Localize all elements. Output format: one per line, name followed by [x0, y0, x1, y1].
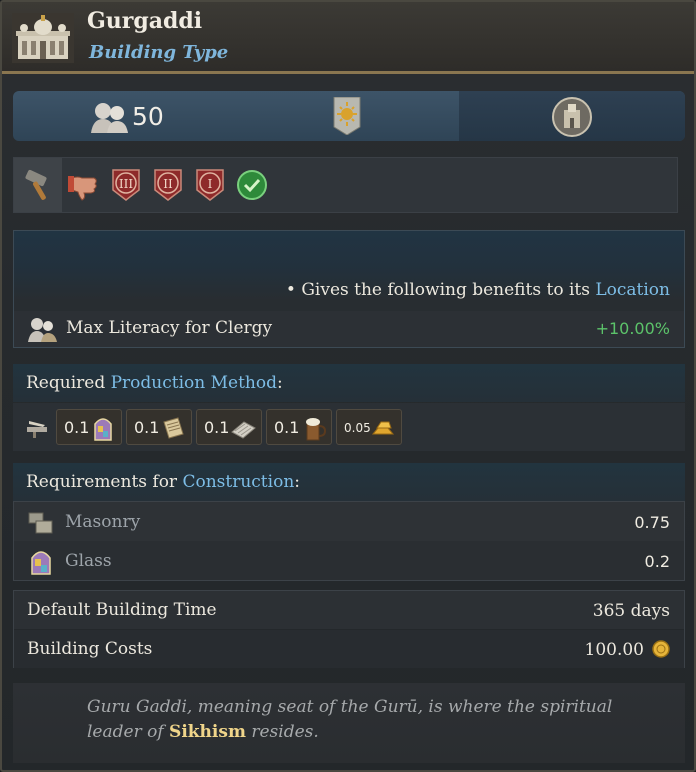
input-good-gold[interactable]: 0.05: [336, 409, 402, 445]
flavor-text: Guru Gaddi, meaning seat of the Gurū, is…: [87, 695, 647, 745]
requirement-value: 0.2: [644, 552, 670, 571]
production-method-link[interactable]: Production Method: [111, 373, 277, 393]
requirement-label: Glass: [65, 551, 112, 571]
building-cost-label: Building Costs: [27, 639, 153, 659]
construction-link[interactable]: Construction: [182, 472, 294, 492]
building-cost-value: 100.00: [584, 640, 644, 660]
clergy-pops-icon[interactable]: [89, 99, 131, 133]
temple-building-icon: [12, 13, 74, 63]
location-benefits-box: • Gives the following benefits to its Lo…: [13, 230, 685, 348]
requirement-row-glass[interactable]: Glass 0.2: [14, 541, 684, 580]
input-good-paper[interactable]: 0.1: [126, 409, 192, 445]
building-time-label: Default Building Time: [27, 600, 217, 620]
paper-icon: [163, 417, 184, 439]
building-name: Gurgaddi: [87, 8, 203, 34]
construction-heading: Requirements for Construction:: [13, 463, 685, 501]
rank-1-shield-icon[interactable]: I: [194, 168, 226, 202]
tooltip-header: Gurgaddi Building Type: [2, 2, 694, 74]
building-time-value: 365 days: [592, 601, 670, 621]
good-amount: 0.05: [344, 421, 371, 435]
production-method-heading: Required Production Method:: [13, 364, 685, 402]
construction-requirements: Masonry 0.75 Glass 0.2: [13, 501, 685, 581]
rank-2-shield-icon[interactable]: II: [152, 168, 184, 202]
hammer-icon[interactable]: [23, 168, 55, 202]
location-link[interactable]: Location: [595, 280, 670, 300]
construction-heading-suffix: :: [294, 472, 300, 492]
good-amount: 0.1: [64, 418, 90, 437]
location-globe-icon[interactable]: [551, 96, 593, 138]
thumbs-down-icon[interactable]: [68, 168, 100, 202]
building-cost-row: Building Costs 100.00: [14, 630, 684, 668]
building-info-box: Default Building Time 365 days Building …: [13, 590, 685, 668]
input-good-glass[interactable]: 0.1: [56, 409, 122, 445]
production-method-row: 0.1 0.1 0.1 0.1 0.05: [13, 403, 685, 451]
svg-text:III: III: [119, 177, 133, 191]
requirement-value: 0.75: [634, 513, 670, 532]
religion-link[interactable]: Sikhism: [169, 722, 246, 742]
good-amount: 0.1: [204, 418, 230, 437]
pm-heading-suffix: :: [276, 373, 283, 393]
building-time-row: Default Building Time 365 days: [14, 591, 684, 629]
building-type-link[interactable]: Building Type: [89, 42, 228, 63]
glass-icon: [31, 551, 51, 575]
green-check-icon[interactable]: [236, 168, 268, 202]
gold-icon: [371, 421, 395, 435]
modifier-value: +10.00%: [595, 319, 670, 338]
glass-icon: [94, 418, 112, 441]
svg-text:I: I: [208, 177, 213, 191]
good-amount: 0.1: [134, 418, 160, 437]
clergy-literacy-icon: [28, 318, 57, 342]
flavor-text-part: Guru Gaddi, meaning seat of the Gurū, is…: [87, 697, 613, 742]
flavor-text-box: Guru Gaddi, meaning seat of the Gurū, is…: [13, 683, 685, 763]
svg-text:II: II: [163, 177, 173, 191]
building-tooltip-panel: Gurgaddi Building Type 50 III II I • Giv…: [0, 0, 696, 772]
benefits-prefix: • Gives the following benefits to its: [285, 280, 596, 300]
modifier-label: Max Literacy for Clergy: [66, 318, 273, 338]
flavor-text-part: resides.: [245, 722, 319, 742]
building-tags-row: III II I: [13, 157, 678, 213]
masonry-icon: [28, 512, 53, 534]
modifier-row: Max Literacy for Clergy +10.00%: [14, 311, 684, 347]
input-good-cloth[interactable]: 0.1: [196, 409, 262, 445]
requirement-label: Masonry: [65, 512, 141, 532]
requirement-row-masonry[interactable]: Masonry 0.75: [14, 502, 684, 541]
benefits-description: • Gives the following benefits to its Lo…: [286, 280, 670, 300]
pm-heading-prefix: Required: [26, 373, 111, 393]
sun-banner-icon[interactable]: [332, 97, 362, 135]
gold-coin-icon: [652, 640, 670, 658]
production-tool-icon[interactable]: [25, 415, 51, 439]
cloth-icon: [231, 421, 256, 439]
beer-icon: [306, 418, 326, 441]
good-amount: 0.1: [274, 418, 300, 437]
rank-3-shield-icon[interactable]: III: [110, 168, 142, 202]
construction-heading-prefix: Requirements for: [26, 472, 183, 492]
input-good-beer[interactable]: 0.1: [266, 409, 332, 445]
stat-bar: 50: [13, 91, 685, 141]
population-value: 50: [132, 102, 164, 131]
